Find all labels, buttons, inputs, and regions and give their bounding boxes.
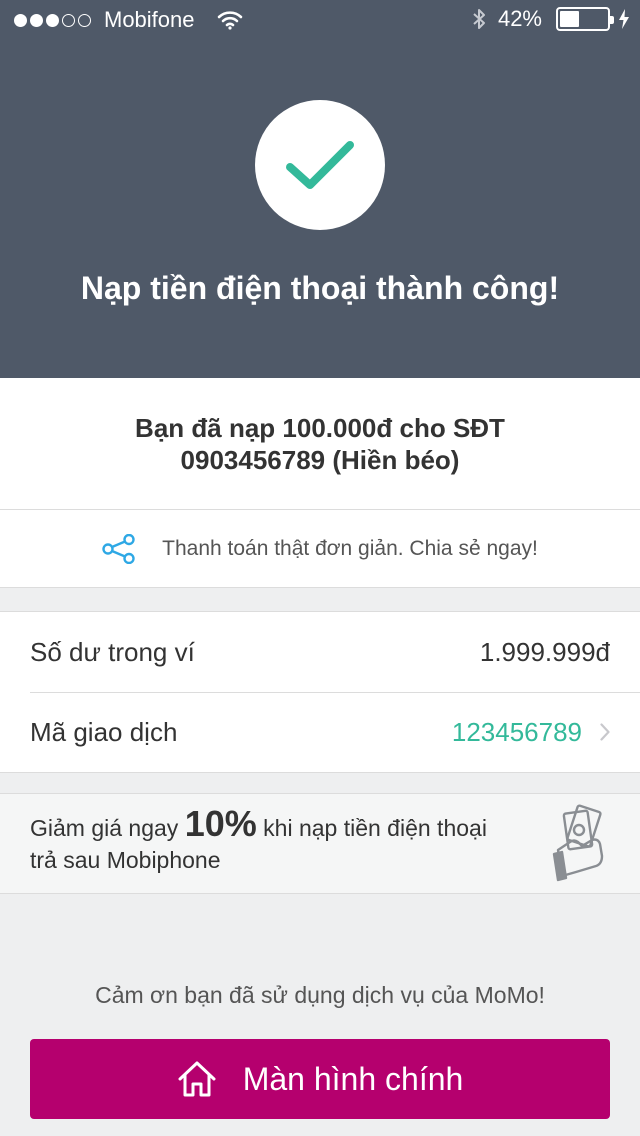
- battery-cap: [610, 16, 614, 24]
- promo-text: Giảm giá ngay 10% khi nạp tiền điện thoạ…: [30, 806, 530, 876]
- chevron-right-icon[interactable]: [600, 723, 610, 741]
- checkmark-icon: [286, 141, 354, 189]
- balance-row: Số dư trong ví 1.999.999đ: [0, 612, 640, 692]
- thank-you-message: Cảm ơn bạn đã sử dụng dịch vụ của MoMo!: [95, 982, 545, 1008]
- share-row[interactable]: Thanh toán thật đơn giản. Chia sẻ ngay!: [0, 510, 640, 588]
- success-header: Mobifone 42% Nạp tiền điện thoại thành c…: [0, 0, 640, 378]
- transaction-id-label: Mã giao dịch: [30, 716, 178, 747]
- wifi-icon: [217, 10, 243, 30]
- share-icon[interactable]: [102, 533, 136, 564]
- battery-fill: [560, 11, 579, 27]
- bluetooth-icon: [472, 7, 486, 31]
- balance-value: 1.999.999đ: [479, 636, 610, 667]
- promo-line2: trả sau Mobiphone: [30, 847, 221, 873]
- charging-icon: [618, 8, 630, 30]
- signal-dot: [30, 13, 43, 27]
- signal-dot: [46, 13, 59, 27]
- promo-banner[interactable]: Giảm giá ngay 10% khi nạp tiền điện thoạ…: [0, 793, 640, 894]
- transaction-id-row[interactable]: Mã giao dịch 123456789: [0, 692, 640, 772]
- home-icon: [177, 1060, 217, 1098]
- signal-dot: [14, 13, 27, 27]
- status-bar-right: 42%: [472, 6, 630, 32]
- page-title: Nạp tiền điện thoại thành công!: [80, 270, 560, 306]
- topup-summary: Bạn đã nạp 100.000đ cho SĐT 0903456789 (…: [0, 378, 640, 510]
- summary-amount-text: Bạn đã nạp 100.000đ cho SĐT: [135, 412, 505, 443]
- balance-label: Số dư trong ví: [30, 636, 195, 667]
- share-text: Thanh toán thật đơn giản. Chia sẻ ngay!: [162, 536, 538, 560]
- summary-phone-text: 0903456789 (Hiền béo): [180, 444, 460, 475]
- success-check-badge: [255, 100, 385, 230]
- status-bar: Mobifone 42%: [0, 0, 640, 40]
- home-screen-button[interactable]: Màn hình chính: [30, 1039, 610, 1119]
- signal-dot: [78, 13, 91, 27]
- promo-prefix: Giảm giá ngay: [30, 815, 179, 841]
- promo-suffix: khi nạp tiền điện thoại: [263, 815, 487, 841]
- status-bar-left: Mobifone: [14, 7, 243, 33]
- home-screen-button-label: Màn hình chính: [242, 1060, 464, 1097]
- battery-icon: [556, 7, 614, 31]
- signal-dot: [62, 13, 75, 27]
- promo-discount: 10%: [184, 803, 257, 844]
- battery-percent: 42%: [497, 6, 542, 31]
- transaction-id-value[interactable]: 123456789: [452, 717, 582, 748]
- carrier-name: Mobifone: [104, 7, 195, 32]
- signal-strength-icon: [14, 13, 94, 27]
- money-hand-icon: [552, 802, 612, 887]
- transaction-info: Số dư trong ví 1.999.999đ Mã giao dịch 1…: [0, 611, 640, 773]
